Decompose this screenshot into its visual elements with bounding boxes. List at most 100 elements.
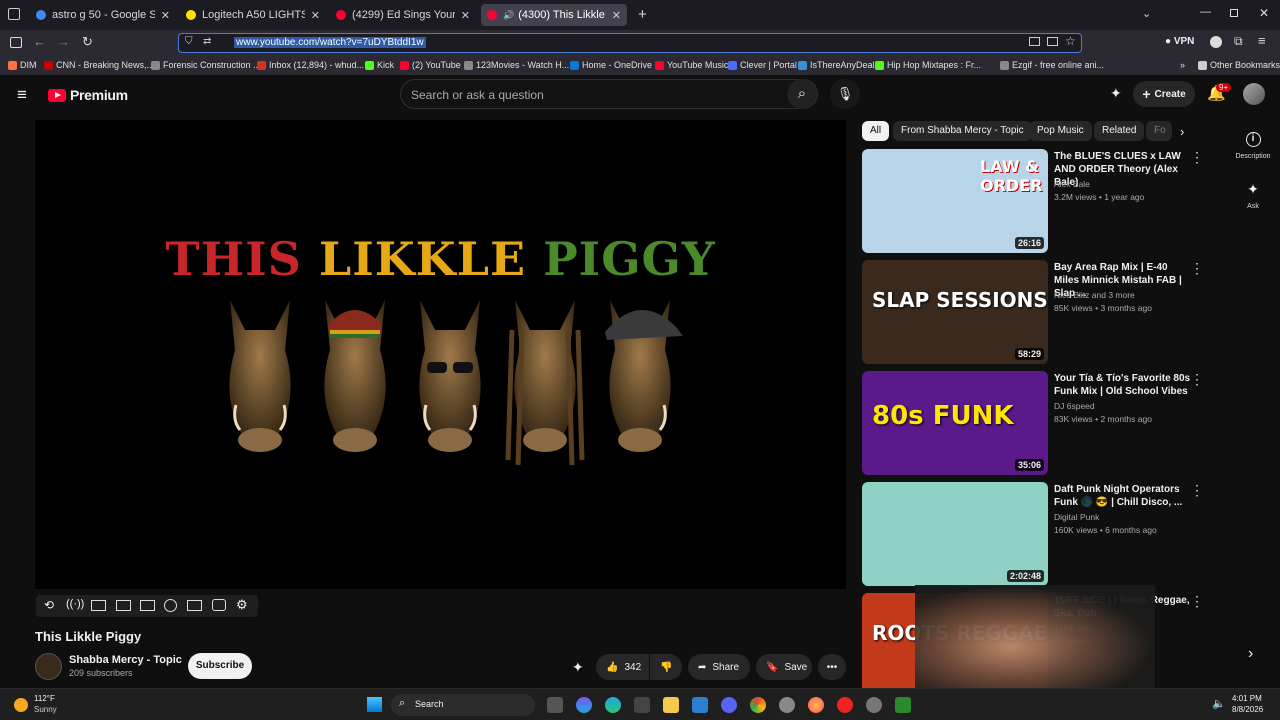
channel-avatar[interactable]: [35, 653, 62, 680]
bookmark-item[interactable]: Hip Hop Mixtapes : Fr...: [875, 60, 981, 70]
maximize-icon[interactable]: [1230, 9, 1238, 17]
close-tab-icon[interactable]: ✕: [311, 9, 320, 22]
file-explorer-icon[interactable]: [663, 697, 679, 713]
clock-date[interactable]: 8/8/2026: [1232, 705, 1263, 714]
settings-gear-icon[interactable]: ⚙: [236, 597, 248, 613]
bookmark-item[interactable]: Home - OneDrive: [570, 60, 652, 70]
volume-icon[interactable]: 🔈: [1212, 697, 1226, 710]
firefox-icon[interactable]: [808, 697, 824, 713]
loop-icon[interactable]: ⟲: [44, 598, 54, 612]
search-icon[interactable]: ⌕: [787, 79, 817, 109]
related-video-item[interactable]: LAW & ORDER 26:16 The BLUE'S CLUES x LAW A…: [862, 149, 1212, 253]
mic-icon[interactable]: 🎙: [830, 79, 860, 109]
tab-list-icon[interactable]: [8, 8, 20, 20]
other-bookmarks[interactable]: Other Bookmarks: [1198, 60, 1280, 70]
bookmark-item[interactable]: 123Movies - Watch H...: [464, 60, 569, 70]
channel-name[interactable]: Shabba Mercy - Topic: [69, 654, 182, 666]
task-view-icon[interactable]: [547, 697, 563, 713]
filter-chip[interactable]: Pop Music: [1029, 121, 1092, 141]
video-thumbnail[interactable]: 80s FUNK 35:06: [862, 371, 1048, 475]
theater-icon[interactable]: [116, 600, 131, 611]
permissions-icon[interactable]: ⇄: [203, 36, 211, 47]
sidebar-toggle-icon[interactable]: [10, 37, 22, 48]
new-tab-icon[interactable]: +: [638, 6, 647, 23]
description-panel-button[interactable]: i Description: [1232, 128, 1274, 160]
related-video-channel[interactable]: Nico Blitz and 3 more: [1054, 290, 1135, 300]
filter-chip[interactable]: Fo: [1146, 121, 1172, 141]
bookmark-item[interactable]: Ezgif - free online ani...: [1000, 60, 1104, 70]
pocket-icon[interactable]: [1047, 37, 1058, 46]
forward-icon[interactable]: →: [57, 34, 70, 49]
clock-time[interactable]: 4:01 PM: [1232, 694, 1262, 703]
url-bar[interactable]: ⛉ ⇄ www.youtube.com/watch?v=7uDYBtddI1w …: [178, 33, 1082, 53]
hamburger-menu-icon[interactable]: ≡: [17, 85, 27, 105]
filter-chip[interactable]: Related: [1094, 121, 1145, 141]
more-options-icon[interactable]: ⋮: [1190, 260, 1204, 277]
bookmark-item[interactable]: DIM: [8, 60, 37, 70]
related-video-item[interactable]: SLAP SESSIONS 58:29 Bay Area Rap Mix | E-4…: [862, 260, 1212, 364]
profile-icon[interactable]: [1210, 36, 1222, 48]
close-window-icon[interactable]: ✕: [1259, 6, 1269, 20]
menu-icon[interactable]: ≡: [1258, 33, 1266, 48]
extensions-icon[interactable]: ⧉: [1234, 34, 1243, 49]
back-icon[interactable]: ←: [33, 34, 46, 49]
share-button[interactable]: ➦ Share: [688, 654, 750, 680]
bookmark-item[interactable]: Inbox (12,894) - whud...: [257, 60, 364, 70]
dislike-button[interactable]: 👎: [650, 654, 682, 680]
related-video-item[interactable]: 2:02:48 Daft Punk Night Operators Funk 🌑 …: [862, 482, 1212, 586]
reload-icon[interactable]: ↻: [82, 34, 93, 50]
search-input[interactable]: Search or ask a question: [400, 79, 818, 109]
ai-sparkle-icon[interactable]: ✦: [572, 659, 584, 676]
add-icon[interactable]: [187, 600, 202, 611]
store-icon[interactable]: [634, 697, 650, 713]
copilot-icon[interactable]: [576, 697, 592, 713]
edge-icon[interactable]: [605, 697, 621, 713]
filter-chip[interactable]: All: [862, 121, 890, 141]
speed-icon[interactable]: [164, 599, 177, 612]
picture-icon[interactable]: [1029, 37, 1040, 46]
close-tab-icon[interactable]: ✕: [161, 9, 170, 22]
related-video-title[interactable]: Your Tía & Tío's Favorite 80s Funk Mix |…: [1054, 372, 1194, 398]
related-video-channel[interactable]: Digital Punk: [1054, 512, 1099, 522]
related-video-item[interactable]: 80s FUNK 35:06 Your Tía & Tío's Favorite 8…: [862, 371, 1212, 475]
bookmark-star-icon[interactable]: ☆: [1065, 34, 1076, 48]
browser-tab-4[interactable]: 🔊 (4300) This Likkle Piggy - Yo ✕: [481, 4, 627, 26]
video-player[interactable]: THIS LIKKLE PIGGY: [35, 120, 846, 589]
pip-icon[interactable]: [140, 600, 155, 611]
terminal-icon[interactable]: [895, 697, 911, 713]
related-video-channel[interactable]: DJ 6speed: [1054, 401, 1095, 411]
account-avatar[interactable]: [1243, 83, 1265, 105]
taskbar-search[interactable]: ⌕ Search: [391, 694, 535, 716]
settings-icon[interactable]: [779, 697, 795, 713]
video-thumbnail[interactable]: SLAP SESSIONS 58:29: [862, 260, 1048, 364]
ask-panel-button[interactable]: ✦ Ask: [1232, 181, 1274, 210]
chrome-icon[interactable]: [750, 697, 766, 713]
weather-sun-icon[interactable]: [14, 698, 28, 712]
photos-icon[interactable]: [692, 697, 708, 713]
speaker-icon[interactable]: 🔊: [503, 10, 514, 21]
video-thumbnail[interactable]: LAW & ORDER 26:16: [862, 149, 1048, 253]
discord-icon[interactable]: [721, 697, 737, 713]
browser-tab-3[interactable]: (4299) Ed Sings Your Love (Vala ✕: [330, 4, 476, 26]
bookmark-item[interactable]: (2) YouTube: [400, 60, 461, 70]
tab-dropdown-icon[interactable]: ⌄: [1142, 7, 1151, 20]
bookmark-item[interactable]: IsThereAnyDeal: [798, 60, 875, 70]
subscribe-button[interactable]: Subscribe: [188, 653, 252, 679]
screenshot-icon[interactable]: [212, 599, 226, 611]
more-options-icon[interactable]: ⋮: [1190, 371, 1204, 388]
like-button[interactable]: 👍 342: [596, 654, 649, 680]
browser-tab-1[interactable]: astro g 50 - Google Search ✕: [30, 4, 176, 26]
scroll-right-icon[interactable]: ›: [1248, 645, 1253, 663]
minimize-icon[interactable]: —: [1200, 6, 1211, 18]
save-button[interactable]: 🔖 Save: [756, 654, 812, 680]
gear-app-icon[interactable]: [866, 697, 882, 713]
shield-icon[interactable]: ⛉: [185, 36, 193, 47]
filter-chip[interactable]: From Shabba Mercy - Topic: [893, 121, 1032, 141]
related-video-title[interactable]: Daft Punk Night Operators Funk 🌑 😎 | Chi…: [1054, 483, 1194, 509]
bookmark-item[interactable]: CNN - Breaking News,...: [44, 60, 154, 70]
related-video-channel[interactable]: Alex Bale: [1054, 179, 1090, 189]
more-actions-button[interactable]: •••: [818, 654, 846, 680]
bookmark-item[interactable]: Kick: [365, 60, 394, 70]
close-tab-icon[interactable]: ✕: [461, 9, 470, 22]
video-thumbnail[interactable]: 2:02:48: [862, 482, 1048, 586]
